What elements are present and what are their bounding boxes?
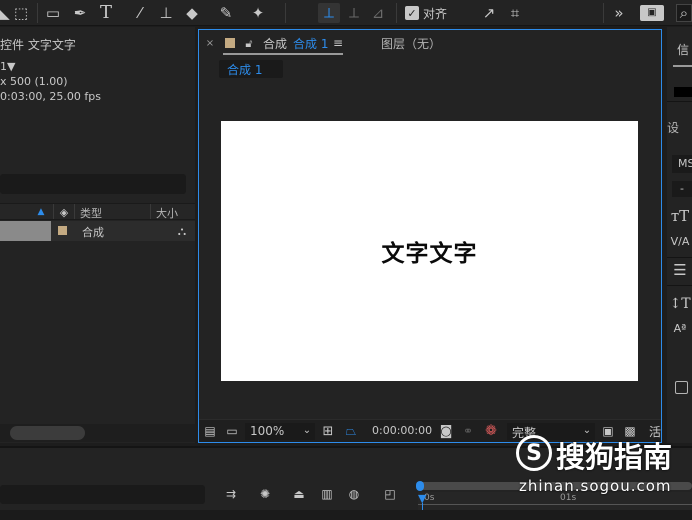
hand-tool-icon[interactable]: ◣ bbox=[0, 4, 10, 22]
comp-subtab[interactable]: 合成 1 bbox=[219, 60, 283, 78]
top-toolbar: ◣ ⬚ ▭ ✒ T ⁄ ⊥ ◆ ✎ ✦ ⟂ ⟂ ⊿ ✓ 对齐 ↗ ⌗ » ▣ ⌕ bbox=[0, 0, 692, 26]
character-panel: 信 设 MS - ᴛT V/A ☰ ↕T Aª bbox=[667, 27, 692, 443]
graph-editor-icon[interactable]: ◰ bbox=[381, 486, 399, 502]
playhead-icon[interactable]: ▼ bbox=[418, 493, 428, 504]
info-tab[interactable]: 信 bbox=[677, 41, 689, 58]
watermark-url: zhinan.sogou.com bbox=[519, 477, 672, 495]
timeline-layer-header bbox=[0, 510, 692, 520]
comp-name-dropdown[interactable]: 1▼ bbox=[0, 60, 15, 73]
tab-menu-icon[interactable]: ≡ bbox=[332, 36, 344, 50]
work-area-start-handle[interactable] bbox=[416, 481, 424, 491]
project-search-input[interactable] bbox=[0, 174, 186, 194]
zoom-dropdown[interactable]: 100% ⌄ bbox=[245, 423, 315, 440]
zoom-value: 100% bbox=[250, 424, 285, 438]
roto-brush-icon[interactable]: ✎ bbox=[215, 4, 237, 22]
label-color-swatch[interactable] bbox=[58, 226, 67, 235]
label-tag-icon[interactable]: ◈ bbox=[57, 205, 71, 219]
settings-label: 设 bbox=[667, 121, 680, 135]
frame-blending-icon[interactable]: ▥ bbox=[318, 486, 336, 502]
timecode-display[interactable]: 0:00:00:00 bbox=[372, 424, 432, 437]
view-axis-icon[interactable]: ⊿ bbox=[368, 4, 388, 22]
comp-size-info: x 500 (1.00) bbox=[0, 75, 68, 88]
close-tab-icon[interactable]: × bbox=[205, 38, 215, 50]
expand-chevrons-icon[interactable]: » bbox=[612, 4, 626, 22]
snap-target-icon[interactable]: ⌗ bbox=[506, 4, 524, 22]
workspace-icon[interactable]: ▣ bbox=[640, 5, 664, 21]
search-help-icon[interactable]: ⌕ bbox=[676, 4, 692, 22]
font-family-value: MS bbox=[678, 157, 692, 170]
motion-blur-icon[interactable]: ◍ bbox=[345, 486, 363, 502]
clone-stamp-icon[interactable]: ⊥ bbox=[156, 4, 176, 22]
orbit-tool-icon[interactable]: ⬚ bbox=[11, 4, 31, 22]
comp-subtab-label: 合成 1 bbox=[227, 63, 263, 77]
flowchart-icon[interactable]: ⛬ bbox=[174, 224, 190, 238]
snapshot-camera-icon[interactable]: ◙ bbox=[437, 423, 455, 439]
text-tool-icon[interactable]: T bbox=[96, 3, 116, 23]
eraser-tool-icon[interactable]: ◆ bbox=[182, 4, 202, 22]
active-tab-underline bbox=[223, 53, 343, 55]
mask-visibility-icon[interactable]: ⏢ bbox=[342, 423, 360, 439]
color-channel-icon[interactable]: ❁ bbox=[483, 423, 499, 439]
comp-label-swatch bbox=[225, 38, 235, 48]
grid-guides-icon[interactable]: ⊞ bbox=[320, 423, 336, 439]
right-tab-underline bbox=[673, 65, 692, 67]
font-family-dropdown[interactable]: MS bbox=[672, 155, 692, 173]
column-size[interactable]: 大小 bbox=[156, 205, 178, 221]
align-checkbox-icon[interactable]: ✓ bbox=[405, 6, 419, 20]
watermark-brand: 搜狗指南 bbox=[556, 440, 673, 474]
sogou-logo-icon: S bbox=[516, 435, 552, 471]
world-axis-icon[interactable]: ⟂ bbox=[344, 4, 364, 22]
project-column-header: ▲ ◈ 类型 大小 bbox=[0, 203, 195, 220]
comp-duration-info: 0:03:00, 25.00 fps bbox=[0, 90, 101, 103]
brush-tool-icon[interactable]: ⁄ bbox=[130, 4, 150, 22]
font-style-value: - bbox=[680, 182, 684, 195]
canvas-text-layer[interactable]: 文字文字 bbox=[382, 234, 478, 268]
effect-controls-title: 控件 文字文字 bbox=[0, 38, 76, 52]
snap-arrow-icon[interactable]: ↗ bbox=[480, 4, 498, 22]
item-type: 合成 bbox=[82, 226, 104, 239]
paragraph-align-icon[interactable]: ☰ bbox=[670, 261, 690, 279]
kerning-icon[interactable]: V/A bbox=[670, 232, 690, 250]
font-style-dropdown[interactable]: - bbox=[672, 181, 692, 197]
vertical-scale-icon[interactable]: ↕T bbox=[669, 295, 690, 313]
comp-canvas[interactable]: 文字文字 bbox=[221, 121, 638, 381]
option-checkbox[interactable] bbox=[675, 381, 688, 394]
puppet-pin-icon[interactable]: ✦ bbox=[248, 4, 268, 22]
chevron-down-icon: ⌄ bbox=[302, 425, 312, 436]
comp-flowchart-icon[interactable]: ⇉ bbox=[222, 486, 240, 502]
rectangle-tool-icon[interactable]: ▭ bbox=[43, 4, 63, 22]
always-preview-icon[interactable]: ▤ bbox=[203, 424, 217, 438]
comp-tab-prefix: 合成 bbox=[263, 37, 288, 51]
comp-tab-active[interactable]: 合成 1 bbox=[293, 35, 328, 52]
align-label: 对齐 bbox=[423, 7, 448, 21]
monitor-icon[interactable]: ▭ bbox=[224, 424, 240, 438]
left-scrollbar-thumb[interactable] bbox=[10, 426, 85, 440]
project-item-name-selected[interactable] bbox=[0, 221, 51, 241]
local-axis-icon[interactable]: ⟂ bbox=[318, 3, 340, 23]
color-bar bbox=[674, 87, 692, 97]
sort-ascending-icon[interactable]: ▲ bbox=[34, 206, 48, 218]
font-size-icon[interactable]: ᴛT bbox=[670, 207, 690, 225]
show-snapshot-icon[interactable]: ⚭ bbox=[460, 423, 476, 439]
pen-tool-icon[interactable]: ✒ bbox=[70, 4, 90, 22]
layer-tab[interactable]: 图层（无） bbox=[381, 35, 441, 52]
shy-layers-icon[interactable]: ⏏ bbox=[290, 486, 308, 502]
baseline-shift-icon[interactable]: Aª bbox=[670, 319, 690, 337]
draft-3d-icon[interactable]: ✺ bbox=[256, 486, 274, 502]
lock-icon[interactable]: 🔓︎ bbox=[243, 36, 255, 50]
column-type[interactable]: 类型 bbox=[80, 205, 102, 221]
timeline-search-input[interactable] bbox=[0, 485, 205, 504]
